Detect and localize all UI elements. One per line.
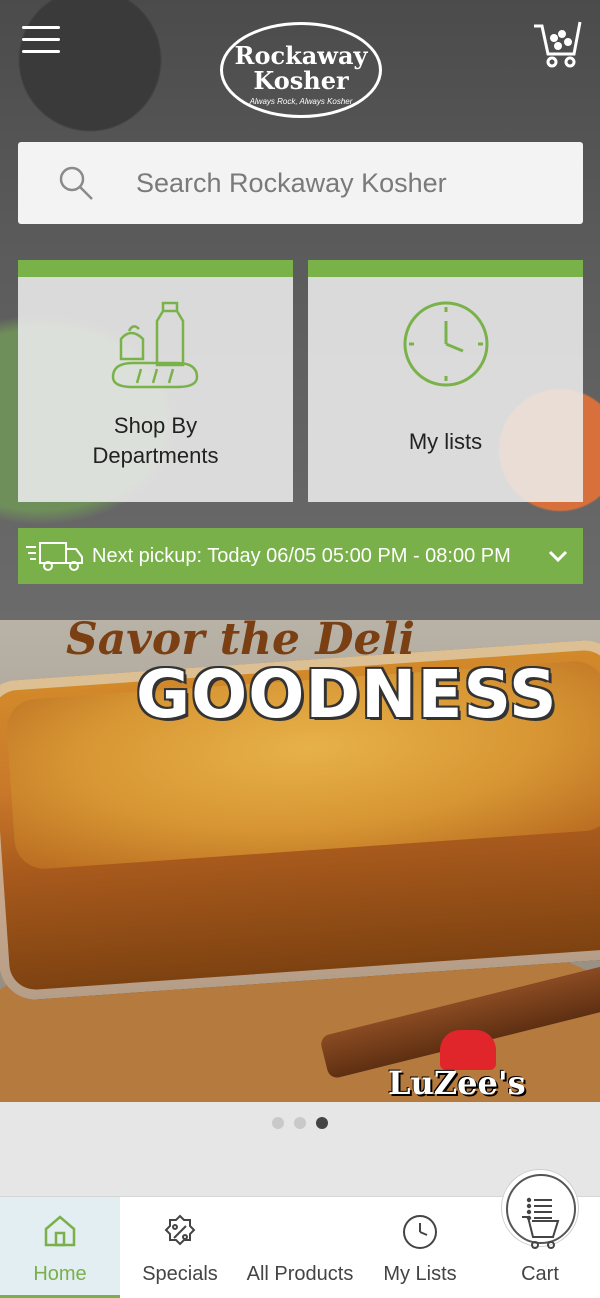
tile-label: My lists <box>408 429 483 454</box>
search-icon <box>59 166 93 200</box>
logo-line2: Kosher <box>253 66 349 95</box>
delivery-truck-icon <box>26 542 83 571</box>
logo-tagline: Always Rock, Always Kosher <box>249 97 353 106</box>
store-logo[interactable]: Rockaway Kosher Always Rock, Always Kosh… <box>220 22 382 118</box>
cart-icon <box>522 1216 560 1249</box>
banner-headline: GOODNESS <box>136 656 558 733</box>
next-pickup-bar[interactable]: Next pickup: Today 06/05 05:00 PM - 08:0… <box>18 528 583 584</box>
cart-icon[interactable] <box>532 16 582 68</box>
nav-my-lists[interactable]: My Lists <box>360 1197 480 1298</box>
nav-label: All Products <box>246 1263 354 1285</box>
bottom-navigation: Home Specials All Products My Lists Cart <box>0 1169 600 1298</box>
my-lists-tile[interactable]: My lists <box>308 260 583 502</box>
banner-brand-logo: LuZee's <box>388 1064 526 1102</box>
search-input[interactable] <box>136 167 576 199</box>
chevron-down-icon[interactable] <box>547 549 569 563</box>
clock-icon <box>403 301 488 387</box>
carousel-dot[interactable] <box>294 1117 306 1129</box>
search-bar[interactable] <box>18 142 583 224</box>
nav-home[interactable]: Home <box>0 1197 120 1298</box>
promo-banner[interactable]: Savor the Deli GOODNESS LuZee's <box>0 620 600 1102</box>
nav-label: Specials <box>142 1263 218 1285</box>
tile-label-line1: Shop By <box>113 413 198 438</box>
app-header: Rockaway Kosher Always Rock, Always Kosh… <box>0 0 600 130</box>
tile-label-line2: Departments <box>92 443 219 468</box>
carousel-dot-active[interactable] <box>316 1117 328 1129</box>
home-icon <box>44 1215 76 1247</box>
nav-cart[interactable]: Cart <box>480 1197 600 1298</box>
carousel-dot[interactable] <box>272 1117 284 1129</box>
nav-label: My Lists <box>383 1263 457 1285</box>
groceries-icon <box>111 301 198 389</box>
next-pickup-text: Next pickup: Today 06/05 05:00 PM - 08:0… <box>92 544 511 567</box>
nav-label: Home <box>33 1263 87 1285</box>
nav-label: Cart <box>521 1263 559 1285</box>
percent-badge-icon <box>164 1214 196 1246</box>
shop-by-departments-tile[interactable]: Shop By Departments <box>18 260 293 502</box>
clock-icon <box>403 1215 437 1249</box>
hamburger-menu-icon[interactable] <box>22 26 60 56</box>
nav-all-products[interactable]: All Products <box>240 1169 579 1298</box>
carousel-indicator <box>0 1116 600 1134</box>
nav-specials[interactable]: Specials <box>120 1197 240 1298</box>
